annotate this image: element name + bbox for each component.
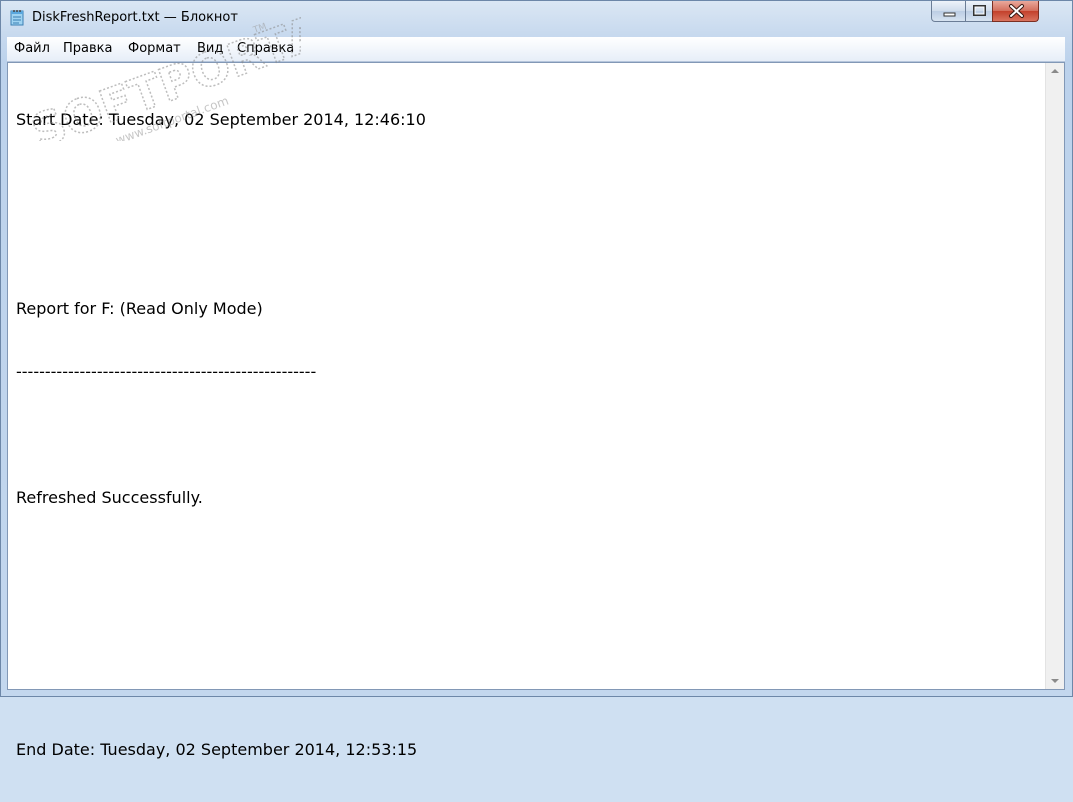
text-editor[interactable]: Start Date: Tuesday, 02 September 2014, … [7,62,1065,759]
text-line [16,550,1040,571]
menu-bar: Файл Правка Формат Вид Справка [7,37,1065,62]
scroll-up-button[interactable] [1046,63,1064,80]
text-line [16,613,1040,634]
maximize-button[interactable] [965,1,993,22]
notepad-window: DiskFreshReport.txt — Блокнот Файл Правк… [0,0,1073,759]
title-bar[interactable]: DiskFreshReport.txt — Блокнот [1,1,1072,35]
window-title: DiskFreshReport.txt — Блокнот [32,10,238,25]
menu-format[interactable]: Формат [128,41,181,56]
text-line: Refreshed Successfully. [16,488,203,507]
scroll-down-icon [1051,679,1059,683]
menu-view[interactable]: Вид [197,41,223,56]
scroll-down-button[interactable] [1046,672,1064,689]
menu-edit[interactable]: Правка [63,41,112,56]
text-line [16,676,1040,697]
vertical-scrollbar[interactable] [1045,63,1064,689]
menu-file[interactable]: Файл [14,41,50,56]
text-line: End Date: Tuesday, 02 September 2014, 12… [16,740,418,759]
scroll-up-icon [1051,69,1059,73]
close-icon [1009,4,1024,18]
close-button[interactable] [992,1,1039,22]
menu-help[interactable]: Справка [237,41,294,56]
document-text[interactable]: Start Date: Tuesday, 02 September 2014, … [16,67,1040,759]
notepad-icon[interactable] [10,9,25,26]
minimize-icon [943,12,956,17]
maximize-icon [973,5,986,16]
text-line [16,424,1040,445]
text-line [16,235,1040,256]
minimize-button[interactable] [931,1,966,22]
text-line [16,172,1040,193]
text-line: Start Date: Tuesday, 02 September 2014, … [16,110,426,129]
text-line: ----------------------------------------… [16,362,317,381]
text-line: Report for F: (Read Only Mode) [16,299,263,318]
